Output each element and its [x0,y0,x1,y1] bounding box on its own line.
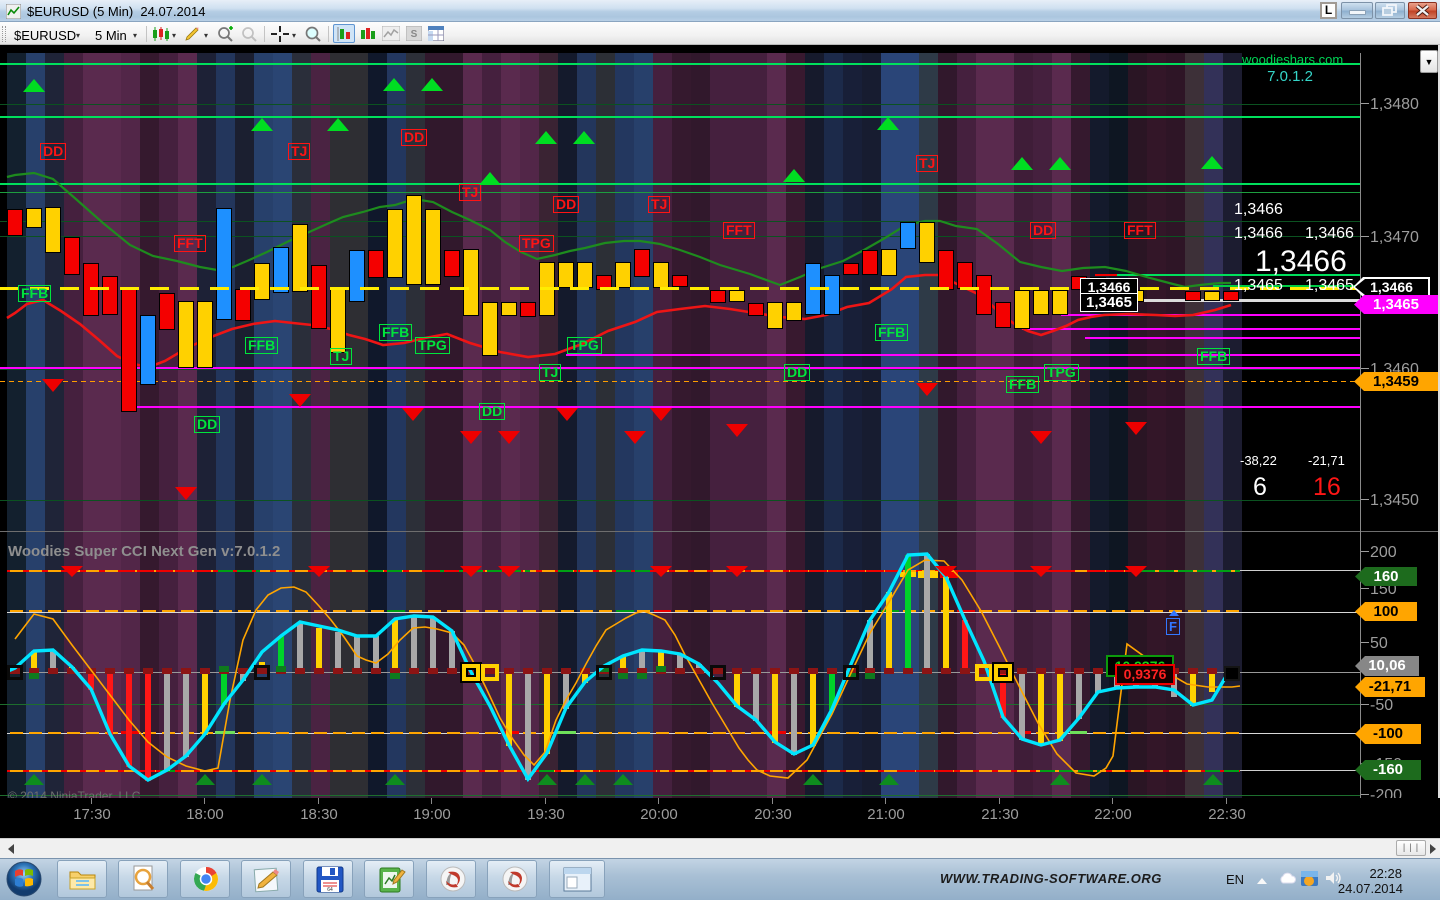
svg-text:S: S [411,29,418,40]
svg-text:64: 64 [327,887,333,893]
